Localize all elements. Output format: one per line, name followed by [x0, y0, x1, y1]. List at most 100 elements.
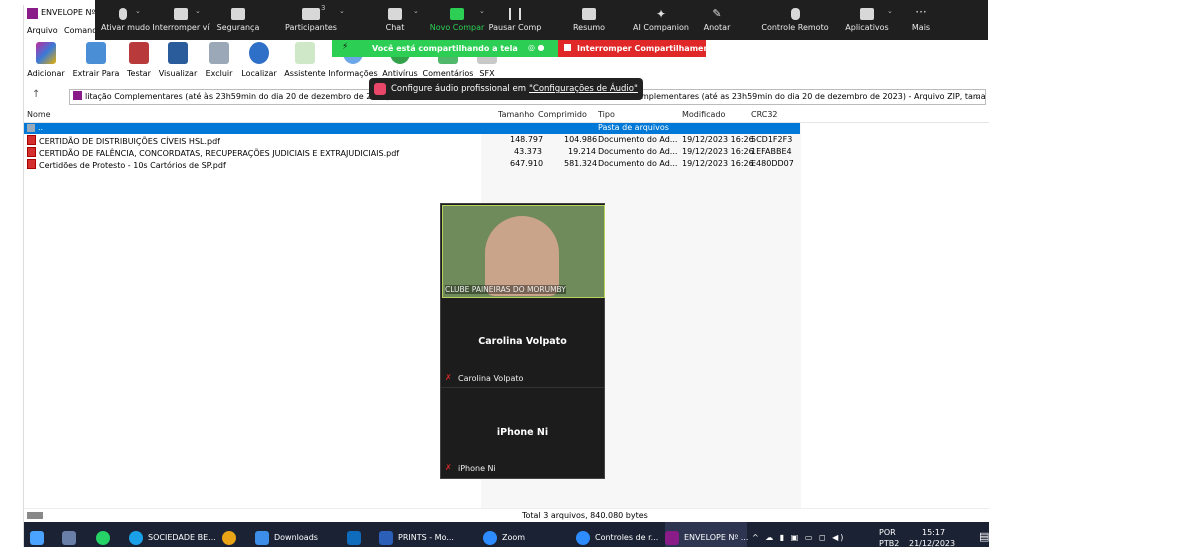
- apps-button[interactable]: Aplicativos ⌄: [843, 0, 893, 40]
- chevron-down-icon[interactable]: ⌄: [974, 90, 981, 104]
- audio-settings-link[interactable]: "Configurações de Áudio": [529, 84, 638, 94]
- summary-icon: [582, 8, 596, 20]
- start-button[interactable]: [30, 522, 50, 547]
- add-button[interactable]: Adicionar: [24, 39, 68, 87]
- taskbar-item-sociedade[interactable]: SOCIEDADE BE...: [129, 522, 217, 547]
- test-button[interactable]: Testar: [124, 39, 154, 87]
- chevron-down-icon[interactable]: ⌄: [479, 7, 485, 15]
- table-row[interactable]: Certidões de Protesto - 10s Cartórios de…: [24, 159, 804, 170]
- col-name[interactable]: Nome: [27, 110, 51, 119]
- participants-count: 3: [321, 4, 326, 12]
- wizard-button[interactable]: Assistente: [282, 39, 328, 87]
- sharing-status: ⚡ Você está compartilhando a tela ◎ ●: [332, 40, 558, 57]
- participant-label: iPhone Ni: [458, 464, 496, 473]
- add-icon: [36, 42, 56, 64]
- table-row[interactable]: CERTIDÃO DE DISTRIBUIÇÕES CÍVEIS HSL.pdf…: [24, 135, 804, 146]
- view-button[interactable]: Visualizar: [156, 39, 200, 87]
- shield-check-icon: ◎ ●: [528, 43, 545, 52]
- more-button[interactable]: ··· Mais: [907, 0, 935, 40]
- chevron-down-icon[interactable]: ⌄: [413, 7, 419, 15]
- shield-icon: [231, 8, 245, 20]
- pdf-icon: [27, 159, 36, 169]
- taskbar-item-controles[interactable]: Controles de r...: [576, 522, 658, 547]
- chat-icon: [388, 8, 402, 20]
- chevron-down-icon[interactable]: ⌄: [887, 7, 893, 15]
- video-camera-icon: [174, 8, 188, 20]
- annotate-button[interactable]: ✎ Anotar: [699, 0, 735, 40]
- audio-tooltip: Configure áudio profissional em "Configu…: [369, 78, 643, 100]
- security-button[interactable]: Segurança: [215, 0, 261, 40]
- column-header: Nome Tamanho Comprimido Tipo Modificado …: [24, 108, 989, 123]
- wizard-icon: [295, 42, 315, 64]
- whatsapp-button[interactable]: [96, 522, 116, 547]
- chevron-down-icon[interactable]: ⌄: [339, 7, 345, 15]
- status-bar: Total 3 arquivos, 840.080 bytes: [24, 508, 989, 523]
- participants-button[interactable]: Participantes 3 ⌄: [281, 0, 345, 40]
- video-label: CLUBE PAINEIRAS DO MORUMBY: [445, 285, 566, 294]
- pause-icon: [509, 8, 521, 20]
- participant-name: Carolina Volpato: [478, 336, 567, 347]
- status-text: Total 3 arquivos, 840.080 bytes: [522, 511, 648, 520]
- participant-panel: CLUBE PAINEIRAS DO MORUMBY Carolina Volp…: [440, 203, 605, 479]
- remote-control-button[interactable]: Controle Remoto: [759, 0, 831, 40]
- app-icon: [62, 531, 76, 545]
- col-size[interactable]: Tamanho: [498, 110, 534, 119]
- chevron-down-icon[interactable]: ⌄: [195, 7, 201, 15]
- col-type[interactable]: Tipo: [598, 110, 615, 119]
- folder-up-icon: [27, 124, 35, 132]
- col-crc[interactable]: CRC32: [751, 110, 778, 119]
- taskbar-item-downloads[interactable]: Downloads: [255, 522, 321, 547]
- up-arrow-icon[interactable]: ↑: [32, 89, 40, 100]
- language-indicator[interactable]: POR PTB2: [879, 522, 907, 547]
- taskbar-item-zoom[interactable]: Zoom: [483, 522, 533, 547]
- download-icon: [255, 531, 269, 545]
- table-row-parent[interactable]: .. Pasta de arquivos: [24, 123, 800, 134]
- chevron-down-icon[interactable]: ⌄: [135, 7, 141, 15]
- winrar-app-icon: [27, 8, 38, 19]
- drive-icon: [27, 512, 43, 519]
- stop-icon: [564, 44, 571, 51]
- delete-button[interactable]: Excluir: [202, 39, 236, 87]
- outlook-icon: [347, 531, 361, 545]
- video-tile[interactable]: CLUBE PAINEIRAS DO MORUMBY: [442, 205, 605, 298]
- participant-label: Carolina Volpato: [458, 374, 524, 383]
- stop-video-button[interactable]: Interromper ví ⌄: [149, 0, 213, 40]
- stop-sharing-button[interactable]: Interromper Compartilhamento: [558, 40, 718, 57]
- system-tray[interactable]: ^ ☁ ▮ ▣ ▭ ◻ ◀): [752, 522, 862, 547]
- chrome-button[interactable]: [222, 522, 242, 547]
- chat-button[interactable]: Chat ⌄: [375, 0, 419, 40]
- window-title: ENVELOPE Nº C: [41, 8, 104, 17]
- zoom-icon: [576, 531, 590, 545]
- summary-button[interactable]: Resumo: [569, 0, 609, 40]
- test-icon: [129, 42, 149, 64]
- menu-comandos[interactable]: Comand: [64, 26, 97, 35]
- extract-button[interactable]: Extrair Para: [70, 39, 122, 87]
- pdf-icon: [27, 147, 36, 157]
- taskbar-item-prints[interactable]: PRINTS - Mo...: [379, 522, 459, 547]
- table-row[interactable]: CERTIDÃO DE FALÊNCIA, CONCORDATAS, RECUP…: [24, 147, 804, 158]
- mute-button[interactable]: Ativar mudo ⌄: [101, 0, 150, 40]
- mouse-icon: [790, 8, 800, 20]
- word-icon: [379, 531, 393, 545]
- delete-icon: [209, 42, 229, 64]
- participants-icon: [302, 8, 320, 20]
- new-share-button[interactable]: Novo Compar ⌄: [429, 0, 485, 40]
- menu-arquivo[interactable]: Arquivo: [27, 26, 58, 35]
- col-packed[interactable]: Comprimido: [538, 110, 587, 119]
- pause-share-button[interactable]: Pausar Comp: [487, 0, 543, 40]
- taskbar-item-envelope[interactable]: ENVELOPE Nº ...: [665, 522, 748, 547]
- app-button[interactable]: [62, 522, 82, 547]
- share-screen-icon: [450, 8, 464, 20]
- find-button[interactable]: Localizar: [238, 39, 280, 87]
- outlook-button[interactable]: [347, 522, 367, 547]
- notifications-button[interactable]: ▤: [976, 522, 989, 547]
- ai-companion-button[interactable]: ✦ AI Companion: [631, 0, 691, 40]
- address-path-right: mplementares (até as 23h59min do dia 20 …: [641, 92, 986, 101]
- winrar-icon: [665, 531, 679, 545]
- view-icon: [168, 42, 188, 64]
- more-icon: ···: [915, 5, 927, 19]
- clock[interactable]: 15:17 21/12/2023: [909, 522, 964, 547]
- col-modified[interactable]: Modificado: [682, 110, 725, 119]
- audio-settings-icon: [374, 83, 386, 95]
- address-path-left: litação Complementares (até às 23h59min …: [85, 92, 408, 101]
